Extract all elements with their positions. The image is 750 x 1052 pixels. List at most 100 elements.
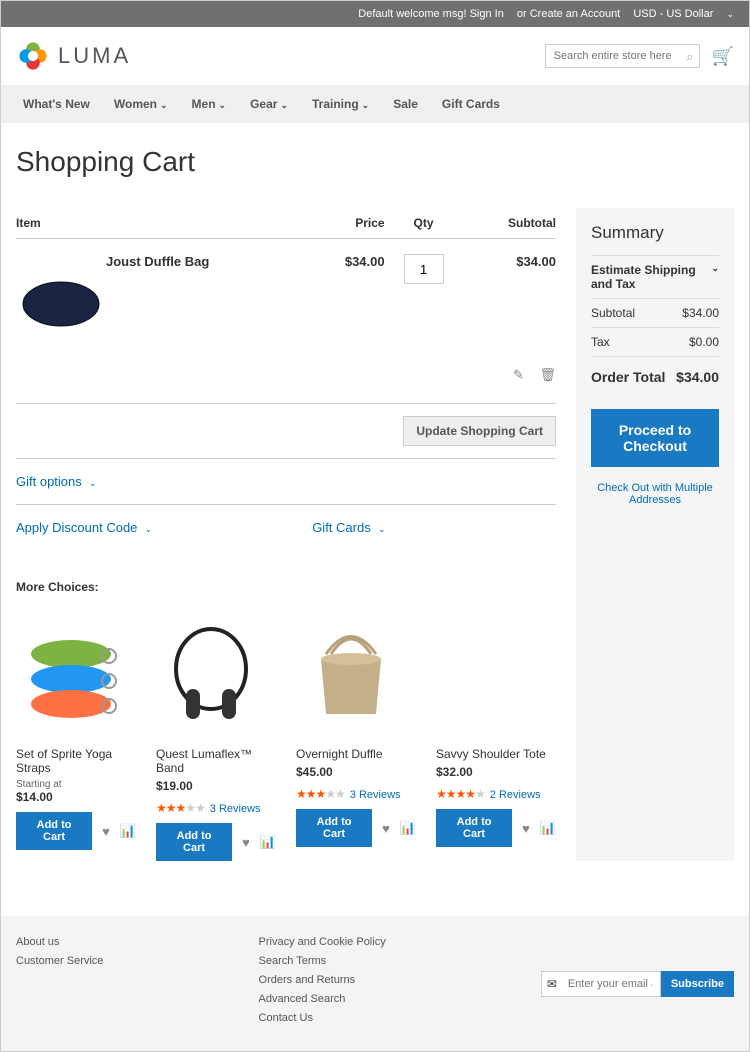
search-icon[interactable]: ⌕ — [686, 49, 693, 65]
wishlist-icon[interactable]: ♥ — [242, 835, 250, 850]
footer-link[interactable]: About us — [16, 936, 103, 948]
cart-table: Item Price Qty Subtotal Joust Duffle Bag — [16, 208, 556, 398]
add-to-cart-button[interactable]: Add to Cart — [436, 809, 512, 847]
checkout-button[interactable]: Proceed to Checkout — [591, 409, 719, 467]
chevron-down-icon: ⌄ — [711, 263, 719, 291]
delete-icon[interactable]: 🗑 — [539, 367, 556, 382]
logo-icon — [16, 39, 50, 73]
cart-icon[interactable]: 🛒 — [712, 46, 734, 67]
wishlist-icon[interactable]: ♥ — [102, 824, 110, 839]
compare-icon[interactable]: 📊 — [120, 823, 136, 839]
product-price: $19.00 — [156, 779, 276, 793]
footer-link[interactable]: Advanced Search — [259, 993, 386, 1005]
product-image[interactable] — [156, 609, 266, 739]
starting-at: Starting at — [16, 779, 136, 790]
reviews-link[interactable]: 3 Reviews — [210, 803, 261, 815]
reviews-link[interactable]: 2 Reviews — [490, 789, 541, 801]
more-choices-title: More Choices: — [16, 580, 556, 594]
nav-sale[interactable]: Sale — [381, 85, 430, 123]
product-image[interactable] — [16, 239, 106, 353]
summary-tax: Tax$0.00 — [591, 327, 719, 356]
product-name[interactable]: Quest Lumaflex™ Band — [156, 747, 276, 775]
add-to-cart-button[interactable]: Add to Cart — [296, 809, 372, 847]
welcome-msg: Default welcome msg! — [358, 8, 466, 20]
newsletter: ✉ Subscribe — [541, 936, 734, 1031]
search-input[interactable] — [545, 44, 700, 68]
product-price: $45.00 — [296, 765, 416, 779]
top-bar: Default welcome msg! Sign In or Create a… — [1, 1, 749, 27]
item-subtotal: $34.00 — [463, 239, 557, 353]
summary-total: Order Total$34.00 — [591, 356, 719, 397]
product-rating: ★★★★★3 Reviews — [296, 787, 416, 801]
nav-women[interactable]: Women⌄ — [102, 85, 180, 123]
footer-link[interactable]: Privacy and Cookie Policy — [259, 936, 386, 948]
page-title: Shopping Cart — [16, 146, 734, 178]
compare-icon[interactable]: 📊 — [260, 834, 276, 850]
product-price: $14.00 — [16, 790, 136, 804]
estimate-shipping-toggle[interactable]: Estimate Shipping and Tax⌄ — [591, 255, 719, 298]
logo[interactable]: LUMA — [16, 39, 131, 73]
mail-icon: ✉ — [547, 977, 557, 991]
nav-men[interactable]: Men⌄ — [180, 85, 239, 123]
footer-link[interactable]: Customer Service — [16, 955, 103, 967]
compare-icon[interactable]: 📊 — [540, 820, 556, 836]
product-name[interactable]: Savvy Shoulder Tote — [436, 747, 556, 761]
email-input[interactable] — [541, 971, 661, 997]
qty-input[interactable] — [404, 254, 444, 284]
product-name[interactable]: Overnight Duffle — [296, 747, 416, 761]
subscribe-button[interactable]: Subscribe — [661, 971, 734, 997]
gift-options-link[interactable]: Gift options ⌄ — [16, 474, 97, 489]
product-rating: ★★★★★3 Reviews — [156, 801, 276, 815]
product-image[interactable] — [16, 609, 126, 739]
product-image[interactable] — [296, 609, 406, 739]
summary-panel: Summary Estimate Shipping and Tax⌄ Subto… — [576, 208, 734, 861]
add-to-cart-button[interactable]: Add to Cart — [16, 812, 92, 850]
multiple-addresses-link[interactable]: Check Out with Multiple Addresses — [591, 482, 719, 506]
col-price: Price — [307, 208, 384, 239]
chevron-down-icon: ⌄ — [726, 9, 734, 19]
footer-col-2: Privacy and Cookie Policy Search Terms O… — [259, 936, 386, 1031]
footer-link[interactable]: Contact Us — [259, 1012, 386, 1024]
product-card: Set of Sprite Yoga Straps Starting at $1… — [16, 609, 136, 861]
product-card: Overnight Duffle $45.00 ★★★★★3 Reviews A… — [296, 609, 416, 861]
chevron-down-icon: ⌄ — [378, 524, 386, 534]
update-cart-button[interactable]: Update Shopping Cart — [403, 416, 556, 446]
footer-link[interactable]: Search Terms — [259, 955, 386, 967]
product-list: Set of Sprite Yoga Straps Starting at $1… — [16, 609, 556, 861]
nav-gear[interactable]: Gear⌄ — [238, 85, 300, 123]
create-account-link[interactable]: Create an Account — [530, 8, 621, 20]
brand-name: LUMA — [58, 43, 131, 69]
reviews-link[interactable]: 3 Reviews — [350, 789, 401, 801]
product-card: Quest Lumaflex™ Band $19.00 ★★★★★3 Revie… — [156, 609, 276, 861]
footer: About us Customer Service Privacy and Co… — [1, 916, 749, 1051]
cart-row: Joust Duffle Bag $34.00 $34.00 — [16, 239, 556, 353]
nav-giftcards[interactable]: Gift Cards — [430, 85, 512, 123]
summary-title: Summary — [591, 223, 719, 243]
or-text: or — [517, 8, 527, 20]
wishlist-icon[interactable]: ♥ — [522, 821, 530, 836]
edit-icon[interactable]: ✎ — [513, 367, 524, 382]
nav-training[interactable]: Training⌄ — [300, 85, 381, 123]
product-name[interactable]: Joust Duffle Bag — [106, 239, 307, 353]
col-item: Item — [16, 208, 307, 239]
compare-icon[interactable]: 📊 — [400, 820, 416, 836]
nav-whats-new[interactable]: What's New — [11, 85, 102, 123]
chevron-down-icon: ⌄ — [89, 478, 97, 488]
product-price: $32.00 — [436, 765, 556, 779]
product-image[interactable] — [436, 609, 546, 739]
footer-col-1: About us Customer Service — [16, 936, 103, 1031]
col-subtotal: Subtotal — [463, 208, 557, 239]
giftcards-link[interactable]: Gift Cards ⌄ — [312, 520, 385, 535]
header: LUMA ⌕ 🛒 — [1, 27, 749, 85]
col-qty: Qty — [385, 208, 463, 239]
wishlist-icon[interactable]: ♥ — [382, 821, 390, 836]
currency-switcher[interactable]: USD - US Dollar ⌄ — [623, 8, 734, 20]
footer-link[interactable]: Orders and Returns — [259, 974, 386, 986]
add-to-cart-button[interactable]: Add to Cart — [156, 823, 232, 861]
product-name[interactable]: Set of Sprite Yoga Straps — [16, 747, 136, 775]
chevron-down-icon: ⌄ — [219, 100, 227, 110]
discount-code-link[interactable]: Apply Discount Code ⌄ — [16, 520, 152, 535]
main-nav: What's New Women⌄ Men⌄ Gear⌄ Training⌄ S… — [1, 85, 749, 123]
signin-link[interactable]: Sign In — [470, 8, 504, 20]
chevron-down-icon: ⌄ — [280, 100, 288, 110]
